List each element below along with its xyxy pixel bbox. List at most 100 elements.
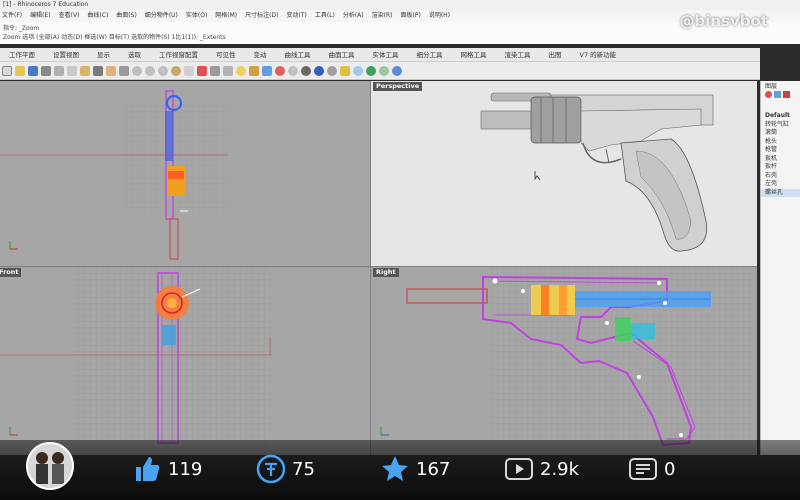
layers-panel: 图层 Default 转轮气缸 滚筒 枪头 枪管 扳机 扳杆 右壳 左壳 螺丝孔 xyxy=(760,81,800,455)
menu-item-panels[interactable]: 面板(P) xyxy=(401,10,421,22)
menu-item-surface[interactable]: 曲面(S) xyxy=(116,10,137,22)
move-icon[interactable] xyxy=(210,65,220,76)
layer-item-drum[interactable]: 滚筒 xyxy=(761,129,800,138)
zoom-window-icon[interactable] xyxy=(145,65,155,76)
four-viewports-icon[interactable] xyxy=(184,65,194,76)
menu-item-solid[interactable]: 实体(O) xyxy=(186,10,207,22)
layer-icon[interactable] xyxy=(262,65,272,76)
coins-stat[interactable]: 75 xyxy=(256,454,315,484)
rotate-view-icon[interactable] xyxy=(119,65,129,76)
tab-new-in-v7[interactable]: V7 的新功能 xyxy=(571,48,626,61)
environment-icon[interactable] xyxy=(340,65,350,76)
tab-visibility[interactable]: 可见性 xyxy=(207,48,245,61)
tab-render-tools[interactable]: 渲染工具 xyxy=(496,48,540,61)
options-icon[interactable] xyxy=(379,65,389,76)
viewport-label-perspective[interactable]: Perspective xyxy=(373,82,423,91)
sun-icon[interactable] xyxy=(353,65,363,76)
new-sublayer-icon[interactable] xyxy=(774,90,781,98)
layer-item-trigger[interactable]: 扳机 xyxy=(761,155,800,164)
copy-icon[interactable] xyxy=(67,65,77,76)
layer-item-screw-holes[interactable]: 螺丝孔 xyxy=(761,188,800,197)
menu-item-view[interactable]: 查看(V) xyxy=(59,10,80,22)
menu-item-edit[interactable]: 编辑(E) xyxy=(30,10,50,22)
viewport-label-front[interactable]: Front xyxy=(0,268,22,277)
tab-curve-tools[interactable]: 曲线工具 xyxy=(276,48,320,61)
layer-item-muzzle[interactable]: 枪头 xyxy=(761,138,800,147)
toolbar-tabs: 工作平面 设置视图 显示 选取 工作视窗配置 可见性 变动 曲线工具 曲面工具 … xyxy=(0,48,760,62)
tab-subd-tools[interactable]: 细分工具 xyxy=(408,48,452,61)
zoom-extents-icon[interactable] xyxy=(158,65,168,76)
tab-surface-tools[interactable]: 曲面工具 xyxy=(320,48,364,61)
properties-icon[interactable] xyxy=(275,65,285,76)
menu-item-curve[interactable]: 曲线(C) xyxy=(87,10,108,22)
hand-pan-icon[interactable] xyxy=(106,65,116,76)
viewport-perspective[interactable]: Perspective xyxy=(371,81,757,266)
menu-item-render[interactable]: 渲染(R) xyxy=(372,10,393,22)
viewport-front[interactable]: Front xyxy=(0,267,370,455)
layer-item-left-shell[interactable]: 左壳 xyxy=(761,180,800,189)
material-icon[interactable] xyxy=(327,65,337,76)
command-line-2: Zoom 选项 (全部(A) 动态(D) 框选(W) 目标(T) 选取的物件(S… xyxy=(3,34,226,41)
star-icon xyxy=(382,456,408,481)
menu-item-file[interactable]: 文件(F) xyxy=(2,10,22,22)
undo-icon[interactable] xyxy=(93,65,103,76)
viewport-label-right[interactable]: Right xyxy=(373,268,399,277)
zoom-icon[interactable] xyxy=(132,65,142,76)
layer-item-cylinder[interactable]: 转轮气缸 xyxy=(761,121,800,130)
menu-item-tools[interactable]: 工具(L) xyxy=(315,10,335,22)
tab-solid-tools[interactable]: 实体工具 xyxy=(364,48,408,61)
shaded-icon[interactable] xyxy=(301,65,311,76)
zoom-selected-icon[interactable] xyxy=(171,65,181,76)
layer-item-barrel[interactable]: 枪管 xyxy=(761,146,800,155)
save-icon[interactable] xyxy=(28,65,38,76)
menu-item-analyze[interactable]: 分析(A) xyxy=(343,10,364,22)
tab-cplane[interactable]: 工作平面 xyxy=(0,48,44,61)
perspective-view-canvas xyxy=(480,92,714,252)
favorites-count: 167 xyxy=(416,458,451,480)
viewport-right[interactable]: Right xyxy=(371,267,757,455)
help-icon[interactable] xyxy=(392,65,402,76)
paste-icon[interactable] xyxy=(80,65,90,76)
tab-select[interactable]: 选取 xyxy=(119,48,150,61)
menu-item-subd[interactable]: 细分物件(U) xyxy=(145,10,178,22)
layer-item-right-shell[interactable]: 右壳 xyxy=(761,172,800,181)
layers-list-header-icons xyxy=(761,90,800,99)
tab-mesh-tools[interactable]: 网格工具 xyxy=(452,48,496,61)
render-icon[interactable] xyxy=(366,65,376,76)
grid-icon[interactable] xyxy=(197,65,207,76)
watermark: @binsvbot xyxy=(679,12,768,30)
viewport-top[interactable] xyxy=(0,81,370,266)
light-bulb-icon[interactable] xyxy=(236,65,246,76)
cut-icon[interactable] xyxy=(54,65,64,76)
layer-item-default[interactable]: Default xyxy=(761,112,800,121)
tab-viewport-layout[interactable]: 工作视窗配置 xyxy=(150,48,207,61)
print-icon[interactable] xyxy=(41,65,51,76)
new-file-icon[interactable] xyxy=(2,65,12,76)
coins-count: 75 xyxy=(292,458,315,480)
layers-panel-title: 图层 xyxy=(765,83,778,90)
comments-stat[interactable]: 0 xyxy=(628,454,675,484)
tab-set-view[interactable]: 设置视图 xyxy=(44,48,88,61)
open-file-icon[interactable] xyxy=(15,65,25,76)
delete-layer-icon[interactable] xyxy=(783,90,790,98)
menu-item-mesh[interactable]: 网格(M) xyxy=(215,10,237,22)
tab-display[interactable]: 显示 xyxy=(88,48,119,61)
comments-count: 0 xyxy=(664,458,676,480)
tab-drafting[interactable]: 出图 xyxy=(540,48,571,61)
coin-icon xyxy=(256,454,286,484)
new-layer-icon[interactable] xyxy=(765,90,772,98)
menu-item-dimension[interactable]: 尺寸标注(D) xyxy=(245,10,278,22)
rendered-icon[interactable] xyxy=(314,65,324,76)
avatar-image xyxy=(28,444,72,488)
tab-transform[interactable]: 变动 xyxy=(245,48,276,61)
menu-item-help[interactable]: 说明(H) xyxy=(429,10,450,22)
select-icon[interactable] xyxy=(223,65,233,76)
favorites-stat[interactable]: 167 xyxy=(380,454,450,484)
layer-item-lever[interactable]: 扳杆 xyxy=(761,163,800,172)
play-views-icon xyxy=(505,458,533,480)
menu-item-transform[interactable]: 变动(T) xyxy=(286,10,306,22)
wireframe-icon[interactable] xyxy=(288,65,298,76)
lock-icon[interactable] xyxy=(249,65,259,76)
likes-stat[interactable]: 119 xyxy=(132,454,202,484)
uploader-avatar[interactable] xyxy=(26,442,74,490)
